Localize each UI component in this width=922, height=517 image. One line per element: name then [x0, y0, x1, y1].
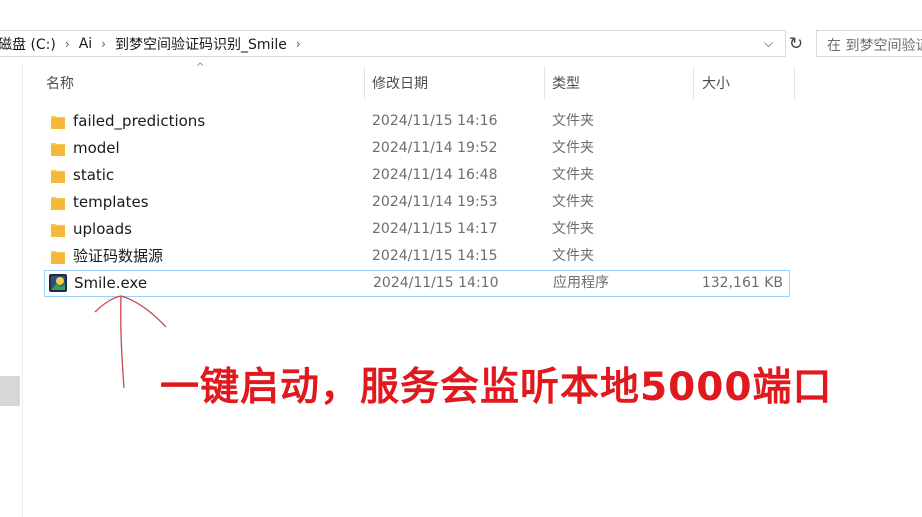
app-icon: [49, 274, 67, 292]
chevron-right-icon[interactable]: ›: [291, 37, 306, 51]
address-bar[interactable]: 磁盘 (C:) › Ai › 到梦空间验证码识别_Smile ›: [0, 30, 786, 57]
file-modified: 2024/11/15 14:10: [373, 275, 499, 291]
folder-icon: [51, 116, 65, 129]
file-type: 应用程序: [553, 275, 609, 291]
file-modified: 2024/11/15 14:17: [372, 221, 498, 237]
file-modified: 2024/11/15 14:15: [372, 248, 498, 264]
file-size: 132,161 KB: [701, 275, 783, 291]
refresh-icon[interactable]: ↻: [786, 31, 806, 57]
file-type: 文件夹: [552, 221, 594, 237]
file-row-selected[interactable]: Smile.exe 2024/11/15 14:10 应用程序 132,161 …: [44, 270, 790, 297]
file-name[interactable]: static: [73, 162, 114, 189]
file-type: 文件夹: [552, 113, 594, 129]
column-divider[interactable]: [544, 66, 545, 100]
column-header-name[interactable]: 名称: [46, 66, 364, 100]
nav-pane-selected-item[interactable]: [0, 376, 20, 406]
chevron-right-icon[interactable]: ›: [96, 37, 111, 51]
file-row[interactable]: failed_predictions 2024/11/15 14:16 文件夹: [44, 108, 790, 135]
column-divider[interactable]: [364, 66, 365, 100]
file-row[interactable]: templates 2024/11/14 19:53 文件夹: [44, 189, 790, 216]
column-header-modified[interactable]: 修改日期: [372, 66, 544, 100]
file-name[interactable]: templates: [73, 189, 149, 216]
file-modified: 2024/11/14 16:48: [372, 167, 498, 183]
file-type: 文件夹: [552, 194, 594, 210]
file-name[interactable]: 验证码数据源: [73, 243, 163, 270]
breadcrumb-current-folder[interactable]: 到梦空间验证码识别_Smile: [111, 34, 291, 54]
annotation-text: 一键启动，服务会监听本地5000端口: [160, 365, 833, 410]
file-type: 文件夹: [552, 167, 594, 183]
chevron-right-icon[interactable]: ›: [60, 37, 75, 51]
column-divider[interactable]: [794, 66, 795, 100]
folder-icon: [51, 170, 65, 183]
file-row[interactable]: uploads 2024/11/15 14:17 文件夹: [44, 216, 790, 243]
chevron-down-icon[interactable]: ⌵: [764, 36, 773, 51]
file-modified: 2024/11/14 19:52: [372, 140, 498, 156]
column-divider[interactable]: [693, 66, 694, 100]
column-header-type[interactable]: 类型: [552, 66, 692, 100]
file-name[interactable]: model: [73, 135, 120, 162]
file-row[interactable]: model 2024/11/14 19:52 文件夹: [44, 135, 790, 162]
folder-icon: [51, 197, 65, 210]
file-row[interactable]: static 2024/11/14 16:48 文件夹: [44, 162, 790, 189]
file-name[interactable]: failed_predictions: [73, 108, 205, 135]
breadcrumb-drive[interactable]: 磁盘 (C:): [0, 34, 60, 54]
column-header-size[interactable]: 大小: [702, 66, 794, 100]
file-type: 文件夹: [552, 140, 594, 156]
folder-icon: [51, 251, 65, 264]
nav-pane-divider: [22, 64, 23, 517]
file-modified: 2024/11/14 19:53: [372, 194, 498, 210]
file-row[interactable]: 验证码数据源 2024/11/15 14:15 文件夹: [44, 243, 790, 270]
folder-icon: [51, 143, 65, 156]
breadcrumb-ai[interactable]: Ai: [75, 36, 96, 52]
file-type: 文件夹: [552, 248, 594, 264]
folder-icon: [51, 224, 65, 237]
file-modified: 2024/11/15 14:16: [372, 113, 498, 129]
file-name[interactable]: uploads: [73, 216, 132, 243]
search-input[interactable]: 在 到梦空间验证: [816, 30, 922, 57]
file-name[interactable]: Smile.exe: [74, 270, 147, 297]
